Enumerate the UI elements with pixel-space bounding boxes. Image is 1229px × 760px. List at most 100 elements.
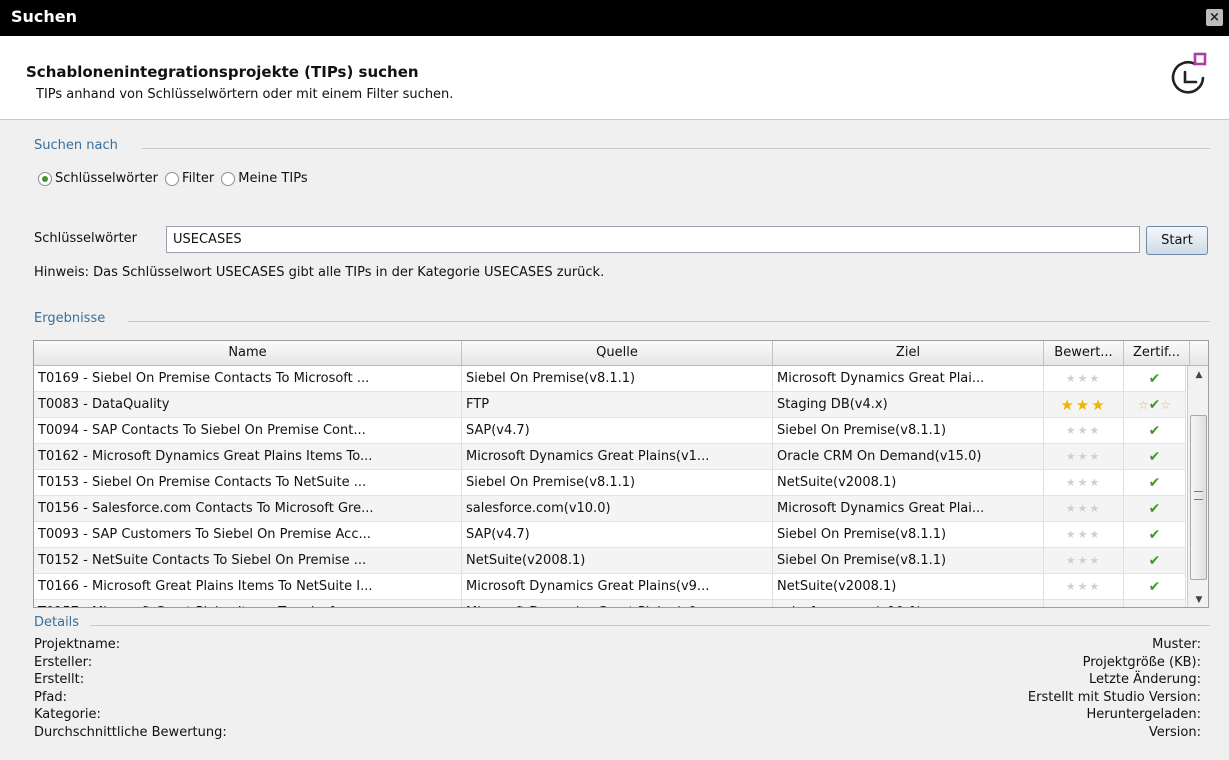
- search-mode-radio-group: Schlüsselwörter Filter Meine TIPs: [38, 171, 315, 186]
- check-icon: ✔: [1149, 605, 1161, 607]
- window-title: Suchen: [11, 7, 78, 26]
- table-row[interactable]: T0166 - Microsoft Great Plains Items To …: [34, 574, 1186, 600]
- cell-target: Oracle CRM On Demand(v15.0): [773, 444, 1044, 470]
- divider: [128, 321, 1210, 322]
- cell-source: NetSuite(v2008.1): [462, 548, 773, 574]
- close-icon[interactable]: ×: [1206, 9, 1223, 26]
- star-icon: ★: [1089, 528, 1102, 541]
- certified-cell: ✔: [1124, 496, 1186, 522]
- divider: [90, 625, 1210, 626]
- cell-source: Microsoft Dynamics Great Plains(v9...: [462, 574, 773, 600]
- table-row[interactable]: T0157 - Microsoft Great Plains Items To …: [34, 600, 1186, 607]
- search-section-label: Suchen nach: [34, 138, 118, 153]
- table-row[interactable]: T0156 - Salesforce.com Contacts To Micro…: [34, 496, 1186, 522]
- radio-button-my-tips[interactable]: [221, 171, 236, 186]
- star-icon: ★: [1065, 528, 1078, 541]
- cell-name: T0093 - SAP Customers To Siebel On Premi…: [34, 522, 462, 548]
- star-icon: ★: [1065, 450, 1078, 463]
- details-left-fields: Projektname: Ersteller: Erstellt: Pfad: Kate…: [34, 636, 227, 742]
- star-icon: ★: [1065, 554, 1078, 567]
- check-icon: ✔: [1148, 449, 1161, 465]
- certified-cell: ☆✔☆: [1124, 392, 1186, 418]
- check-icon: ✔: [1148, 579, 1161, 595]
- detail-label: Version:: [1148, 724, 1201, 740]
- column-header-source[interactable]: Quelle: [462, 341, 773, 366]
- cell-source: salesforce.com(v10.0): [462, 496, 773, 522]
- radio-keywords[interactable]: Schlüsselwörter: [38, 171, 158, 186]
- cell-name: T0157 - Microsoft Great Plains Items To …: [34, 600, 462, 607]
- cell-target: salesforce.com(v10.0): [773, 600, 1044, 607]
- rating-stars: ★★★: [1044, 522, 1124, 548]
- cell-source: SAP(v4.7): [462, 522, 773, 548]
- cell-target: Staging DB(v4.x): [773, 392, 1044, 418]
- star-icon: ★: [1089, 580, 1102, 593]
- results-table: Name Quelle Ziel Bewert... Zertif... T01…: [33, 340, 1209, 608]
- star-icon: ★: [1065, 476, 1078, 489]
- cell-name: T0156 - Salesforce.com Contacts To Micro…: [34, 496, 462, 522]
- detail-label: Heruntergeladen:: [1086, 707, 1201, 723]
- star-icon: ★: [1077, 372, 1090, 385]
- detail-label: Projektname:: [34, 637, 121, 652]
- column-header-certified[interactable]: Zertif...: [1124, 341, 1190, 366]
- cell-source: SAP(v4.7): [462, 418, 773, 444]
- table-row[interactable]: T0093 - SAP Customers To Siebel On Premi…: [34, 522, 1186, 548]
- check-icon: ✔: [1148, 475, 1161, 491]
- radio-label-my-tips: Meine TIPs: [238, 171, 308, 186]
- start-button[interactable]: Start: [1146, 226, 1208, 255]
- column-header-target[interactable]: Ziel: [773, 341, 1044, 366]
- table-row[interactable]: T0162 - Microsoft Dynamics Great Plains …: [34, 444, 1186, 470]
- radio-label-keywords: Schlüsselwörter: [55, 171, 159, 186]
- star-icon: ★: [1091, 396, 1107, 414]
- radio-button-keywords[interactable]: [38, 171, 52, 186]
- detail-label: Kategorie:: [34, 707, 101, 723]
- tip-logo-icon: [1171, 52, 1207, 94]
- results-section-label: Ergebnisse: [34, 311, 106, 326]
- details-section-label: Details: [34, 615, 80, 630]
- detail-label: Durchschnittliche Bewertung:: [34, 724, 227, 740]
- cell-target: Siebel On Premise(v8.1.1): [773, 418, 1044, 444]
- certified-cell: ✔: [1124, 470, 1186, 496]
- check-icon: ✔: [1148, 423, 1161, 439]
- column-header-name[interactable]: Name: [34, 341, 462, 366]
- details-right-fields: Muster: Projektgröße (KB): Letzte Änderung…: [1028, 636, 1201, 742]
- cell-name: T0083 - DataQuality: [34, 392, 462, 418]
- cell-source: Microsoft Dynamics Great Plains(v9...: [462, 600, 773, 607]
- column-header-rating[interactable]: Bewert...: [1044, 341, 1124, 366]
- table-row[interactable]: T0153 - Siebel On Premise Contacts To Ne…: [34, 470, 1186, 496]
- certified-cell: ✔: [1124, 522, 1186, 548]
- radio-button-filter[interactable]: [165, 171, 180, 186]
- radio-filter[interactable]: Filter: [165, 171, 214, 186]
- star-icon: ★: [1077, 502, 1090, 515]
- cell-target: Siebel On Premise(v8.1.1): [773, 548, 1044, 574]
- table-scrollbar[interactable]: ▲ ▼: [1187, 366, 1208, 607]
- star-icon: ★: [1065, 580, 1078, 593]
- dialog-subheading: TIPs anhand von Schlüsselwörtern oder mi…: [36, 87, 454, 102]
- rating-stars: ★★★: [1044, 470, 1124, 496]
- star-icon: ★: [1089, 606, 1101, 607]
- check-icon: ✔: [1148, 397, 1161, 413]
- scroll-up-icon[interactable]: ▲: [1188, 366, 1208, 384]
- star-icon: ★: [1066, 606, 1078, 607]
- hint-text: Hinweis: Das Schlüsselwort USECASES gibt…: [34, 265, 605, 280]
- cell-target: NetSuite(v2008.1): [773, 574, 1044, 600]
- dialog-heading: Schablonenintegrationsprojekte (TIPs) su…: [26, 63, 419, 81]
- scrollbar-thumb[interactable]: [1190, 415, 1207, 580]
- keyword-input[interactable]: [166, 226, 1140, 253]
- table-row[interactable]: T0083 - DataQuality FTP Staging DB(v4.x) ★★…: [34, 392, 1186, 418]
- detail-label: Ersteller:: [34, 654, 93, 670]
- cell-name: T0094 - SAP Contacts To Siebel On Premis…: [34, 418, 462, 444]
- table-row[interactable]: T0094 - SAP Contacts To Siebel On Premis…: [34, 418, 1186, 444]
- rating-stars: ★★★: [1044, 600, 1124, 607]
- star-icon: ★: [1089, 424, 1102, 437]
- star-icon: ★: [1075, 396, 1092, 414]
- table-row[interactable]: T0152 - NetSuite Contacts To Siebel On P…: [34, 548, 1186, 574]
- certified-cell: ✔: [1124, 418, 1186, 444]
- star-icon: ★: [1089, 372, 1102, 385]
- table-row[interactable]: T0169 - Siebel On Premise Contacts To Mi…: [34, 366, 1186, 392]
- table-header: Name Quelle Ziel Bewert... Zertif...: [34, 341, 1208, 366]
- scroll-down-icon[interactable]: ▼: [1188, 591, 1208, 607]
- check-icon: ✔: [1148, 371, 1161, 387]
- certified-cell: ✔: [1124, 366, 1186, 392]
- rating-stars: ★★★: [1044, 418, 1124, 444]
- radio-my-tips[interactable]: Meine TIPs: [221, 171, 308, 186]
